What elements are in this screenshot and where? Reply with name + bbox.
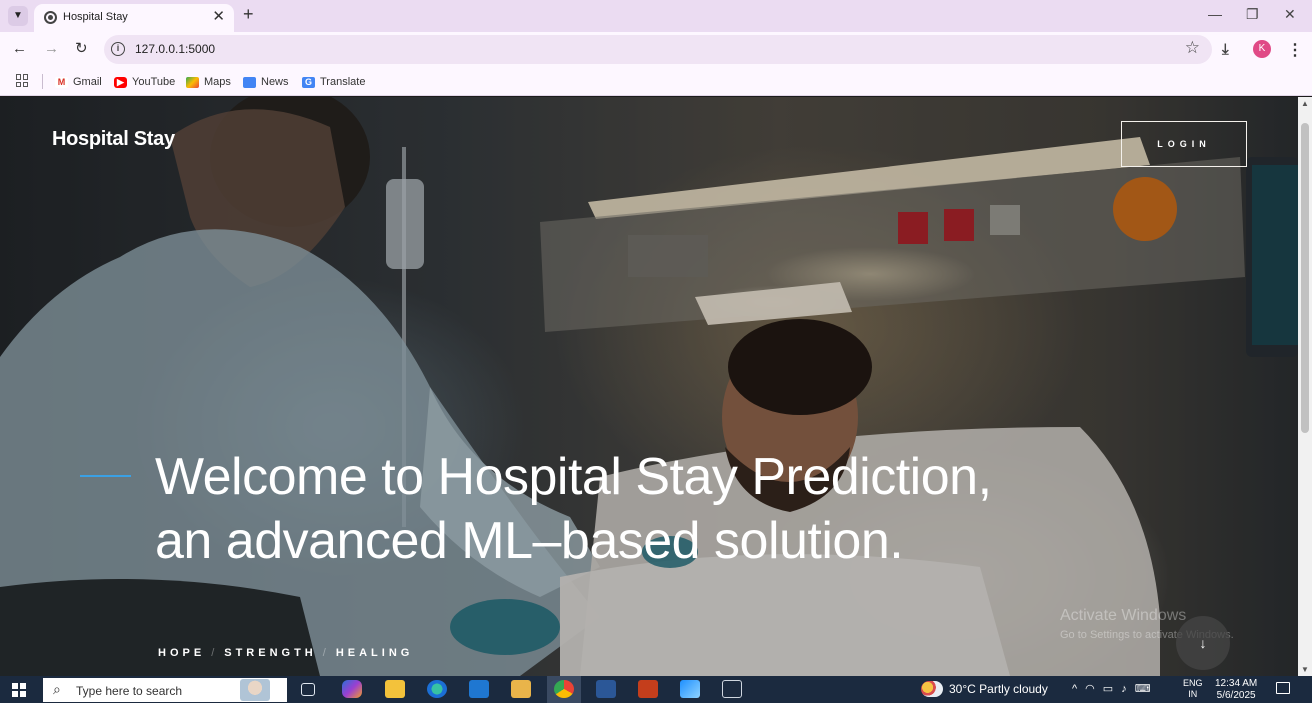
hero-title: Welcome to Hospital Stay Prediction, an … [155,445,1115,573]
browser-tab[interactable]: Hospital Stay ✕ [34,4,234,32]
outlook-icon[interactable] [469,680,489,698]
clock-time: 12:34 AM [1215,678,1258,689]
download-icon[interactable]: ⤓ [1222,41,1229,58]
page-scrollbar[interactable]: ▲ ▼ [1298,97,1312,676]
youtube-icon: ▶ [114,76,127,88]
browser-tab-bar: ▼ Hospital Stay ✕ + — ❐ ✕ [0,0,1312,32]
language-code: ENG [1183,678,1203,688]
file-explorer-icon[interactable] [385,680,405,698]
scroll-up-arrow-icon[interactable]: ▲ [1301,99,1309,108]
taskbar-clock[interactable]: 12:34 AM 5/6/2025 [1215,678,1257,702]
battery-icon[interactable]: ▭ [1103,682,1113,695]
windows-taskbar: ⌕ Type here to search 30°C Partly cloudy… [0,676,1312,703]
bookmark-translate[interactable]: G Translate [302,74,365,90]
weather-widget[interactable]: 30°C Partly cloudy [921,681,1048,697]
address-bar[interactable]: i 127.0.0.1:5000 ☆ [104,35,1212,64]
photos-icon[interactable] [680,680,700,698]
edge-icon[interactable] [427,680,447,698]
tagline-word: HEALING [335,647,414,659]
site-brand-logo[interactable]: Hospital Stay [52,128,175,151]
forward-icon[interactable]: → [44,40,59,58]
bookmark-label: Maps [204,76,231,88]
hero-tagline: HOPE / STRENGTH / HEALING [158,647,413,659]
window-close-icon[interactable]: ✕ [1284,5,1296,23]
site-info-icon[interactable]: i [111,42,125,56]
activate-windows-title: Activate Windows [1060,607,1187,624]
hero-section: Hospital Stay LOGIN Welcome to Hospital … [0,97,1298,676]
bookmarks-bar: M Gmail ▶ YouTube Maps News G Translate [0,68,1312,96]
taskbar-search-box[interactable]: ⌕ Type here to search [43,678,287,702]
restore-icon[interactable]: ❐ [1246,5,1259,23]
apps-grid-icon[interactable] [16,74,29,87]
minimize-icon[interactable]: — [1208,5,1222,23]
clock-date: 5/6/2025 [1216,690,1256,701]
back-icon[interactable]: ← [12,40,27,58]
bookmark-label: Gmail [73,76,102,88]
gmail-icon: M [55,76,68,88]
news-icon [243,76,256,88]
search-icon: ⌕ [53,681,61,697]
hero-background-image [0,97,1298,676]
profile-avatar[interactable]: K [1253,40,1271,58]
hero-title-line-2: an advanced ML–based solution. [155,512,904,570]
scroll-down-arrow-icon[interactable]: ↓ [1176,616,1230,670]
terminal-icon[interactable] [722,680,742,698]
wifi-icon[interactable]: ◠ [1085,682,1095,695]
bookmark-maps[interactable]: Maps [186,74,231,90]
bookmark-gmail[interactable]: M Gmail [55,74,102,90]
windows-start-icon[interactable] [12,683,26,697]
translate-icon: G [302,76,315,88]
bookmark-star-icon[interactable]: ☆ [1185,38,1200,58]
bookmark-label: YouTube [132,76,176,88]
browser-toolbar: ← → ↻ i 127.0.0.1:5000 ☆ [0,32,1312,68]
bookmark-label: News [261,76,289,88]
globe-icon [44,11,57,24]
tagline-separator: / [322,647,326,659]
region-code: IN [1188,689,1198,699]
notification-icon[interactable] [1276,682,1290,694]
bookmarks-divider [42,74,43,89]
tab-title: Hospital Stay [63,11,128,23]
partly-cloudy-icon [921,681,943,697]
hero-title-line-1: Welcome to Hospital Stay Prediction, [155,448,992,506]
tagline-word: HOPE [158,647,206,659]
url-text[interactable]: 127.0.0.1:5000 [135,42,215,56]
scrollbar-thumb[interactable] [1301,123,1309,433]
scroll-down-small-arrow-icon[interactable]: ▼ [1301,665,1309,674]
tagline-separator: / [211,647,215,659]
system-tray: ^ ◠ ▭ ♪ ⌨ [1072,682,1151,696]
login-button[interactable]: LOGIN [1121,121,1247,167]
taskbar-search-placeholder: Type here to search [76,684,183,698]
weather-text: 30°C Partly cloudy [949,682,1048,696]
maps-icon [186,76,199,88]
reload-icon[interactable]: ↻ [75,40,88,58]
word-icon[interactable] [596,680,616,698]
browser-menu-icon[interactable]: ⋮ [1287,40,1303,60]
search-highlight-image [240,679,270,701]
tagline-word: STRENGTH [224,647,317,659]
store-icon[interactable] [511,680,531,698]
bookmark-label: Translate [320,76,366,88]
new-tab-icon[interactable]: + [243,4,254,24]
language-indicator[interactable]: ENG IN [1183,678,1203,700]
tab-search-dropdown-icon[interactable]: ▼ [8,6,28,26]
volume-icon[interactable]: ♪ [1121,683,1127,695]
screen: ▼ Hospital Stay ✕ + — ❐ ✕ ← → ↻ i 127.0.… [0,0,1312,703]
task-view-icon[interactable] [301,683,315,696]
tab-close-icon[interactable]: ✕ [212,9,225,25]
hero-accent-line [80,475,131,477]
tray-chevron-icon[interactable]: ^ [1072,683,1077,695]
bookmark-youtube[interactable]: ▶ YouTube [114,74,175,90]
copilot-icon[interactable] [342,680,362,698]
keyboard-icon[interactable]: ⌨ [1135,682,1151,695]
powerpoint-icon[interactable] [638,680,658,698]
bookmark-news[interactable]: News [243,74,289,90]
chrome-icon[interactable] [554,680,574,698]
